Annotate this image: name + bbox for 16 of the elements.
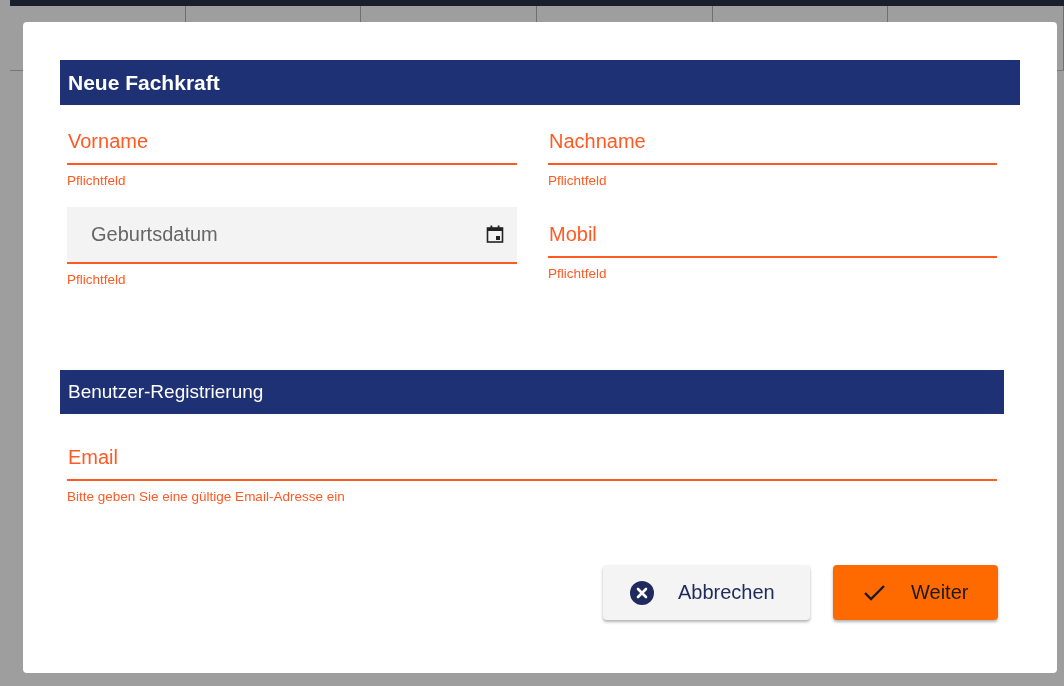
input-field[interactable]: Email — [67, 439, 997, 481]
error-hint: Pflichtfeld — [548, 266, 608, 282]
date-field[interactable]: Geburtsdatum — [67, 207, 517, 264]
section-title: Benutzer-Registrierung — [60, 370, 1004, 414]
calendar-icon[interactable] — [485, 224, 505, 244]
close-icon — [630, 580, 654, 605]
error-hint: Pflichtfeld — [67, 173, 127, 189]
next-button[interactable]: Weiter — [833, 565, 998, 620]
input-field[interactable]: Mobil — [548, 216, 997, 258]
input-field[interactable]: Vorname — [67, 123, 517, 165]
error-hint: Bitte geben Sie eine gültige Email-Adresse ein — [67, 489, 346, 505]
input-field[interactable]: Nachname — [548, 123, 997, 165]
dialog-title: Neue Fachkraft — [60, 60, 1020, 105]
error-hint: Pflichtfeld — [548, 173, 608, 189]
error-hint: Pflichtfeld — [67, 272, 127, 288]
cancel-button[interactable]: Abbrechen — [603, 565, 810, 620]
